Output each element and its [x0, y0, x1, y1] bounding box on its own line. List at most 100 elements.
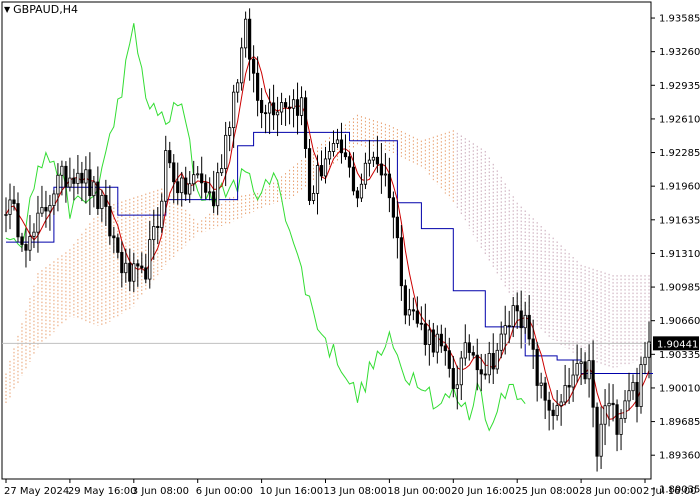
bear-candle-body: [204, 182, 208, 193]
bear-candle-body: [355, 190, 360, 199]
chart-title-bar[interactable]: ▼ GBPAUD,H4: [4, 3, 78, 16]
bear-candle-body: [260, 99, 264, 114]
bull-candle-body: [643, 356, 647, 366]
bull-candle-body: [623, 400, 627, 419]
bear-candle-body: [176, 181, 180, 194]
bear-candle-body: [635, 381, 639, 407]
bear-candle-body: [431, 329, 435, 353]
bull-candle-body: [4, 214, 8, 216]
bear-candle-body: [144, 267, 148, 280]
bear-candle-body: [271, 102, 276, 116]
bear-candle-body: [479, 369, 483, 375]
bull-candle-body: [563, 385, 567, 403]
bull-candle-body: [240, 47, 244, 84]
bull-candle-body: [363, 162, 368, 185]
bull-candle-body: [232, 91, 236, 129]
price-tick-label: 1.91310: [659, 249, 700, 260]
bear-candle-body: [303, 97, 308, 149]
time-tick-label: 6 Jun 00:00: [196, 486, 253, 497]
bear-candle-body: [439, 333, 443, 347]
bear-candle-body: [375, 156, 380, 165]
time-tick-label: 28 Jun 00:00: [579, 486, 643, 497]
bull-candle-body: [607, 402, 611, 407]
bull-candle-body: [503, 325, 507, 335]
bear-candle-body: [140, 265, 144, 269]
price-tick-label: 1.92610: [659, 114, 700, 125]
bull-candle-body: [455, 384, 459, 389]
bull-candle-body: [28, 236, 32, 251]
bear-candle-body: [467, 342, 471, 353]
candle: [307, 138, 312, 206]
bull-candle-body: [323, 158, 328, 177]
bull-candle-body: [192, 174, 196, 185]
bull-candle-body: [220, 168, 224, 174]
time-axis: 27 May 202429 May 16:003 Jun 08:00 6 Jun …: [4, 479, 697, 497]
bull-candle-body: [160, 200, 164, 228]
bear-candle-body: [120, 251, 124, 274]
bull-candle-body: [236, 82, 240, 93]
bull-candle-body: [331, 143, 336, 152]
bear-candle-body: [295, 99, 300, 116]
bull-candle-body: [559, 401, 563, 407]
bear-candle-body: [447, 350, 451, 369]
bear-candle-body: [156, 226, 160, 228]
bull-candle-body: [124, 262, 128, 274]
bull-candle-body: [36, 212, 40, 233]
bull-candle-body: [32, 231, 36, 237]
bull-candle-body: [327, 151, 332, 160]
bear-candle-body: [20, 236, 24, 245]
bear-candle-body: [351, 166, 356, 192]
time-tick-label: 25 Jun 08:00: [515, 486, 579, 497]
bull-candle-body: [52, 193, 56, 206]
bear-candle-body: [80, 172, 84, 184]
bull-candle-body: [224, 134, 228, 169]
bull-candle-body: [571, 374, 575, 388]
price-tick-label: 1.89360: [659, 451, 700, 462]
price-tick-label: 1.90335: [659, 350, 700, 361]
bull-candle-body: [359, 183, 364, 199]
bull-candle-body: [631, 381, 635, 392]
bear-candle-body: [395, 216, 399, 239]
bear-candle-body: [184, 177, 188, 195]
bull-candle-body: [603, 405, 607, 425]
price-tick-label: 1.92285: [659, 148, 700, 159]
bull-candle-body: [463, 342, 467, 359]
bull-candle-body: [84, 169, 88, 184]
price-tick-label: 1.93260: [659, 47, 700, 58]
bear-candle-body: [531, 338, 535, 350]
bear-candle-body: [96, 181, 100, 209]
bear-candle-body: [72, 177, 76, 184]
bear-candle-body: [343, 152, 348, 158]
bear-candle-body: [591, 360, 595, 408]
bull-candle-body: [60, 165, 64, 176]
bear-candle-body: [491, 352, 495, 370]
bull-candle-body: [291, 99, 296, 109]
bear-candle-body: [483, 373, 487, 376]
bear-candle-body: [399, 237, 403, 287]
bear-candle-body: [583, 361, 587, 380]
bull-candle-body: [152, 226, 156, 241]
bull-candle-body: [208, 191, 212, 194]
bear-candle-body: [595, 406, 599, 457]
bull-candle-body: [228, 127, 232, 136]
chart-canvas[interactable]: 1.93585 1.93260 1.92935 1.92610 1.92285 1.919…: [0, 0, 700, 500]
bull-candle-body: [627, 390, 631, 402]
bear-candle-body: [128, 262, 132, 282]
bull-candle-body: [40, 207, 44, 214]
bull-candle-body: [92, 181, 96, 197]
bear-candle-body: [168, 150, 172, 164]
bull-candle-body: [48, 205, 52, 212]
time-tick-label: 27 May 2024: [4, 486, 69, 497]
time-tick-label: 18 Jun 00:00: [387, 486, 451, 497]
bull-candle-body: [367, 159, 372, 164]
bull-candle-body: [487, 352, 491, 376]
bull-candle-body: [427, 329, 431, 345]
candle: [639, 356, 643, 414]
chart-window[interactable]: 1.93585 1.93260 1.92935 1.92610 1.92285 1.919…: [0, 0, 700, 500]
dropdown-arrow-icon[interactable]: ▼: [4, 5, 10, 14]
bull-candle-body: [56, 174, 60, 195]
bear-candle-body: [515, 305, 519, 312]
bear-candle-body: [527, 314, 531, 340]
bull-candle-body: [511, 305, 515, 327]
bear-candle-body: [551, 409, 555, 417]
